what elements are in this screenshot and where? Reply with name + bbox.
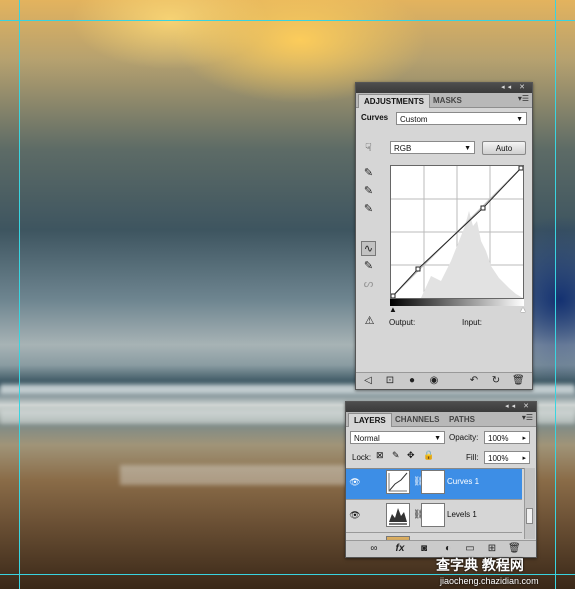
- preset-value: Custom: [400, 115, 428, 124]
- layers-list: 👁 ⛓ Curves 1 👁 ⛓ Levels 1 👁: [346, 468, 524, 540]
- guide-line-right[interactable]: [555, 0, 556, 589]
- channel-value: RGB: [394, 144, 412, 153]
- panel-titlebar[interactable]: ◂◂ ✕: [346, 402, 536, 412]
- eye-icon[interactable]: 👁: [349, 477, 361, 487]
- trash-icon[interactable]: 🗑: [512, 375, 525, 387]
- watermark-url: jiaocheng.chazidian.com: [440, 576, 539, 586]
- collapse-close-icons[interactable]: ◂◂ ✕: [505, 402, 532, 412]
- lock-position-icon[interactable]: ✥: [407, 450, 415, 461]
- fill-value: 100%: [488, 454, 509, 463]
- white-eyedropper-icon[interactable]: ✎: [361, 202, 376, 217]
- fx-icon[interactable]: fx: [394, 543, 406, 555]
- tab-paths[interactable]: PATHS: [444, 413, 480, 426]
- gradient-bar: [390, 299, 524, 306]
- chevron-down-icon: ▼: [464, 145, 471, 152]
- adjustments-panel: ◂◂ ✕ ADJUSTMENTS MASKS ▾☰ Curves Custom …: [355, 82, 533, 390]
- preset-dropdown[interactable]: Custom ▼: [396, 112, 527, 125]
- lock-label: Lock:: [352, 453, 372, 462]
- layers-panel: ◂◂ ✕ LAYERS CHANNELS PATHS ▾☰ Normal ▼ O…: [345, 401, 537, 558]
- auto-button[interactable]: Auto: [482, 141, 526, 155]
- curve-point-black[interactable]: [390, 293, 396, 299]
- layer-name: Curves 1: [447, 477, 480, 486]
- levels-icon: [389, 508, 407, 525]
- trash-icon[interactable]: 🗑: [508, 543, 521, 555]
- panel-menu-icon[interactable]: ▾☰: [522, 413, 533, 422]
- curve-point-white[interactable]: [518, 165, 524, 171]
- lock-image-icon[interactable]: ✎: [392, 450, 400, 461]
- layer-mask-thumb[interactable]: [421, 503, 445, 527]
- smooth-curve-icon[interactable]: ᔕ: [361, 277, 376, 292]
- tab-masks[interactable]: MASKS: [428, 94, 467, 107]
- layer-name: Levels 1: [447, 510, 477, 519]
- white-point-slider-icon[interactable]: ▲: [519, 305, 527, 314]
- visibility-eye-icon[interactable]: ◉: [428, 375, 440, 387]
- input-label: Input:: [462, 318, 483, 327]
- layers-scrollbar[interactable]: [524, 468, 535, 539]
- guide-line-top[interactable]: [0, 20, 575, 21]
- layer-row-curves[interactable]: 👁 ⛓ Curves 1: [346, 469, 522, 500]
- opacity-label: Opacity:: [449, 433, 479, 442]
- curves-icon: [388, 472, 408, 492]
- curves-adjustment-thumb: [386, 470, 410, 494]
- fill-label: Fill:: [466, 453, 479, 462]
- adjustments-bottom-bar: ◁ ⊡ ● ◉ ↶ ↻ 🗑: [356, 372, 532, 389]
- curves-graph[interactable]: [390, 165, 524, 299]
- lock-transparent-icon[interactable]: ⊠: [376, 450, 384, 461]
- clip-to-layer-icon[interactable]: ●: [406, 375, 418, 387]
- curves-graph-svg: [390, 165, 524, 299]
- gray-eyedropper-icon[interactable]: ✎: [361, 184, 376, 199]
- tab-channels[interactable]: CHANNELS: [390, 413, 444, 426]
- scrollbar-thumb[interactable]: [526, 508, 533, 524]
- blend-mode-dropdown[interactable]: Normal ▼: [350, 431, 445, 444]
- new-layer-icon[interactable]: ⊞: [486, 543, 498, 555]
- new-adjustment-icon[interactable]: ◐: [442, 543, 454, 555]
- opacity-field[interactable]: 100% ▸: [484, 431, 530, 444]
- curve-point[interactable]: [415, 266, 421, 272]
- reset-icon[interactable]: ↻: [490, 375, 502, 387]
- hand-adjust-icon[interactable]: ☟: [361, 141, 376, 156]
- panel-titlebar[interactable]: ◂◂ ✕: [356, 83, 532, 93]
- levels-adjustment-thumb: [386, 503, 410, 527]
- wave-foam: [120, 465, 380, 485]
- layers-tabs: LAYERS CHANNELS PATHS ▾☰: [346, 412, 536, 427]
- opacity-value: 100%: [488, 434, 509, 443]
- new-group-icon[interactable]: ▭: [464, 543, 476, 555]
- tab-layers[interactable]: LAYERS: [348, 413, 392, 427]
- panel-menu-icon[interactable]: ▾☰: [518, 94, 529, 103]
- chevron-down-icon: ▼: [516, 116, 523, 123]
- curve-point[interactable]: [480, 205, 486, 211]
- return-to-list-icon[interactable]: ◁: [362, 375, 374, 387]
- expanded-view-icon[interactable]: ⊡: [384, 375, 396, 387]
- clipping-warning-icon[interactable]: ⚠: [362, 314, 377, 329]
- eye-icon[interactable]: 👁: [349, 510, 361, 520]
- channel-dropdown[interactable]: RGB ▼: [390, 141, 475, 154]
- curve-points-tool-icon[interactable]: ∿: [361, 241, 376, 256]
- link-layers-icon[interactable]: ∞: [368, 543, 380, 555]
- add-mask-icon[interactable]: ◙: [418, 543, 430, 555]
- pencil-tool-icon[interactable]: ✎: [361, 259, 376, 274]
- histogram: [421, 211, 523, 298]
- chevron-right-icon: ▸: [522, 455, 526, 462]
- output-label: Output:: [389, 318, 416, 327]
- layer-row-levels[interactable]: 👁 ⛓ Levels 1: [346, 500, 522, 533]
- lock-all-icon[interactable]: 🔒: [423, 450, 434, 461]
- curves-label: Curves: [361, 113, 389, 122]
- black-point-slider-icon[interactable]: ▲: [389, 305, 397, 314]
- tab-adjustments[interactable]: ADJUSTMENTS: [358, 94, 431, 108]
- chevron-down-icon: ▼: [434, 435, 441, 442]
- collapse-close-icons[interactable]: ◂◂ ✕: [501, 83, 528, 93]
- watermark-brand: 查字典 教程网: [436, 557, 524, 573]
- guide-line-left[interactable]: [19, 0, 20, 589]
- adjustments-tabs: ADJUSTMENTS MASKS ▾☰: [356, 93, 532, 108]
- blend-mode-value: Normal: [354, 434, 380, 443]
- fill-field[interactable]: 100% ▸: [484, 451, 530, 464]
- layer-row-background[interactable]: 👁: [346, 533, 522, 540]
- layer-mask-thumb[interactable]: [421, 470, 445, 494]
- black-eyedropper-icon[interactable]: ✎: [361, 166, 376, 181]
- view-previous-state-icon[interactable]: ↶: [468, 375, 480, 387]
- chevron-right-icon: ▸: [522, 435, 526, 442]
